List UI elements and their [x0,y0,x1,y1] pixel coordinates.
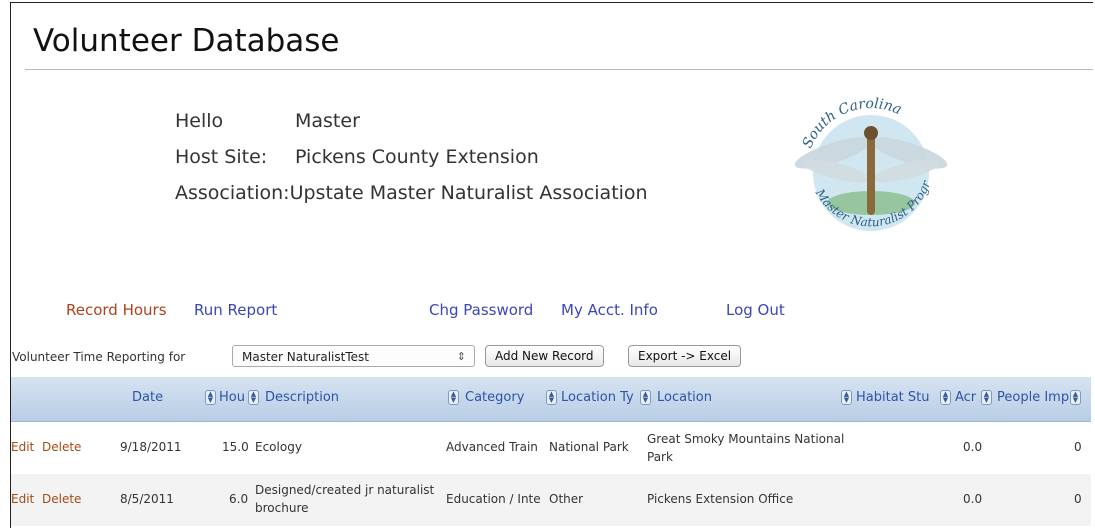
sort-location-icon[interactable]: ▲ ▼ [841,390,852,405]
sort-location-type-icon[interactable]: ▲ ▼ [640,390,651,405]
sort-people-icon[interactable]: ▲ ▼ [1070,390,1081,405]
col-date[interactable]: Date [132,390,192,405]
col-location-type[interactable]: Location Ty [561,390,639,405]
sort-habitat-icon[interactable]: ▲ ▼ [940,390,951,405]
table-row: Edit Delete 9/18/2011 15.0 Ecology Advan… [11,422,1091,474]
cell-hours: 6.0 [229,492,249,506]
sort-category-icon[interactable]: ▲ ▼ [546,390,557,405]
add-new-record-button[interactable]: Add New Record [485,345,604,367]
cell-description: Ecology [255,440,302,454]
export-excel-button[interactable]: Export -> Excel [628,345,742,367]
cell-people: 0 [1074,440,1082,454]
cell-category: Advanced Train [446,440,538,454]
nav-run-report[interactable]: Run Report [194,301,277,319]
host-site-value: Pickens County Extension [295,146,539,168]
hello-value: Master [295,110,360,132]
reporting-for-label: Volunteer Time Reporting for [12,350,186,364]
main-window: Volunteer Database Hello Master Host Site… [10,2,1093,528]
col-hours[interactable]: Hou [219,390,247,405]
sort-date-icon[interactable]: ▲ ▼ [205,390,216,405]
select-arrows-icon: ⇕ [456,350,466,363]
title-divider [25,69,1093,70]
cell-location-type: Other [549,492,584,506]
nav-record-hours[interactable]: Record Hours [66,301,167,319]
hello-label: Hello [175,110,224,132]
col-people[interactable]: People Imp [997,390,1069,405]
edit-link[interactable]: Edit [11,440,34,454]
cell-acres: 0.0 [963,440,983,454]
records-table: Date ▲ ▼ Hou ▲ ▼ Description ▲ ▼ Category ▲… [11,377,1091,526]
cell-date: 8/5/2011 [120,492,174,506]
edit-link[interactable]: Edit [11,492,34,506]
cell-location: Pickens Extension Office [647,492,794,506]
table-row: Edit Delete 8/5/2011 6.0 Designed/create… [11,474,1091,526]
delete-link[interactable]: Delete [42,440,81,454]
nav-my-acct-info[interactable]: My Acct. Info [561,301,658,319]
cell-date: 9/18/2011 [120,440,182,454]
cell-acres: 0.0 [963,492,983,506]
sort-description-icon[interactable]: ▲ ▼ [448,390,459,405]
volunteer-select-value: Master NaturalistTest [242,350,369,364]
col-description[interactable]: Description [265,390,425,405]
association-value: Upstate Master Naturalist Association [289,182,648,204]
cell-hours: 15.0 [222,440,249,454]
sort-acres-icon[interactable]: ▲ ▼ [981,390,992,405]
delete-link[interactable]: Delete [42,492,81,506]
user-info: Hello Master Host Site: Pickens County Ext… [175,103,648,211]
volunteer-select[interactable]: Master NaturalistTest ⇕ [232,345,475,367]
col-category[interactable]: Category [465,390,545,405]
cell-people: 0 [1074,492,1082,506]
page-title: Volunteer Database [33,23,340,59]
host-site-label: Host Site: [175,146,268,168]
sort-hours-icon[interactable]: ▲ ▼ [248,390,259,405]
cell-location-type: National Park [549,440,629,454]
association-label: Association: [175,182,290,204]
cell-description: Designed/created jr naturalist brochure [255,483,435,515]
nav-chg-password[interactable]: Chg Password [429,301,533,319]
table-header: Date ▲ ▼ Hou ▲ ▼ Description ▲ ▼ Category ▲… [11,377,1091,422]
col-habitat[interactable]: Habitat Stu [856,390,938,405]
nav-log-out[interactable]: Log Out [726,301,785,319]
dragonfly-logo-icon: South Carolina Master Naturalist Program [781,95,948,231]
cell-category: Education / Inte [446,492,541,506]
col-location[interactable]: Location [657,390,827,405]
toolbar: Volunteer Time Reporting for Master Natu… [11,345,1091,371]
col-acres[interactable]: Acr [955,390,981,405]
cell-location: Great Smoky Mountains National Park [647,432,845,464]
